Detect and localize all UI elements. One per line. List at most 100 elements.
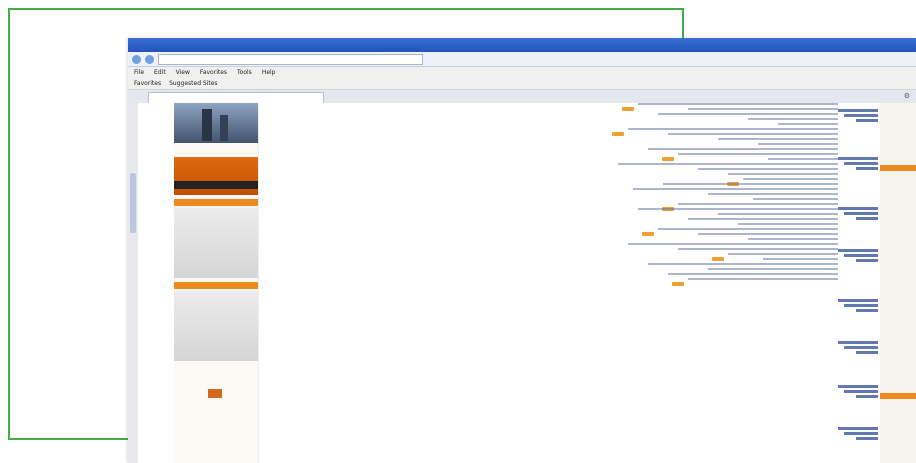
category-title[interactable] (830, 249, 878, 264)
category-title-line (856, 167, 878, 170)
article-link-line[interactable] (628, 243, 838, 245)
article-link-line[interactable] (728, 253, 838, 255)
category-title[interactable] (830, 207, 878, 222)
category-title-line (856, 259, 878, 262)
right-section-header-2 (880, 393, 916, 399)
category-title-line (838, 299, 878, 302)
back-icon[interactable] (132, 54, 141, 64)
forward-icon[interactable] (145, 54, 154, 64)
right-sidebar (880, 103, 916, 463)
favorites-button[interactable]: Favorites (134, 78, 161, 89)
left-scroll-strip (128, 103, 138, 463)
window-titlebar (128, 38, 916, 52)
article-link-line[interactable] (728, 173, 838, 175)
ad-caption (174, 143, 258, 154)
article-link-line[interactable] (658, 113, 838, 115)
article-link-line[interactable] (678, 153, 838, 155)
article-link-line[interactable] (658, 228, 838, 230)
category-title[interactable] (830, 427, 878, 442)
menu-help[interactable]: Help (262, 67, 276, 78)
browser-window: File Edit View Favorites Tools Help Favo… (128, 38, 916, 463)
category-title[interactable] (830, 341, 878, 356)
category-title-line (856, 395, 878, 398)
tools-icon[interactable]: ⚙ (904, 92, 910, 100)
article-link-line[interactable] (763, 258, 838, 260)
article-link-line[interactable] (753, 198, 838, 200)
article-link-line[interactable] (688, 108, 838, 110)
sidebar-submit-button[interactable] (208, 389, 222, 398)
menu-tools[interactable]: Tools (237, 67, 252, 78)
article-link-line[interactable] (698, 233, 838, 235)
orange-banner-ad[interactable] (174, 157, 258, 195)
article-link-line[interactable] (688, 278, 838, 280)
article-link-line[interactable] (638, 103, 838, 105)
right-section-header (880, 165, 916, 171)
category-title-line (856, 309, 878, 312)
sidebar-section-header-2 (174, 282, 258, 289)
menu-edit[interactable]: Edit (154, 67, 166, 78)
category-title-line (844, 212, 878, 215)
category-title-line (844, 162, 878, 165)
scrollbar-thumb[interactable] (130, 173, 136, 233)
article-link-line[interactable] (698, 168, 838, 170)
article-link-line[interactable] (748, 118, 838, 120)
category-title-line (838, 157, 878, 160)
article-links-column (598, 103, 838, 463)
menu-view[interactable]: View (176, 67, 190, 78)
category-title-line (844, 346, 878, 349)
category-title-line (838, 427, 878, 430)
article-link-line[interactable] (718, 213, 838, 215)
left-sidebar (174, 103, 259, 463)
category-title-line (844, 390, 878, 393)
category-titles-column (828, 103, 878, 463)
menu-favorites[interactable]: Favorites (200, 67, 227, 78)
article-link-line[interactable] (688, 218, 838, 220)
sidebar-form-box (174, 208, 258, 278)
category-title-line (856, 119, 878, 122)
article-link-line[interactable] (638, 208, 838, 210)
article-link-line[interactable] (668, 273, 838, 275)
article-link-line[interactable] (743, 178, 838, 180)
category-title-line (856, 437, 878, 440)
city-photo-ad[interactable] (174, 103, 258, 143)
article-link-line[interactable] (628, 128, 838, 130)
article-link-line[interactable] (678, 248, 838, 250)
url-field[interactable] (158, 53, 423, 65)
new-tag (622, 107, 634, 111)
article-link-line[interactable] (738, 223, 838, 225)
menu-file[interactable]: File (134, 67, 144, 78)
category-title[interactable] (830, 157, 878, 172)
category-title-line (856, 217, 878, 220)
sidebar-section-header (174, 199, 258, 206)
article-link-line[interactable] (618, 163, 838, 165)
article-link-line[interactable] (633, 188, 838, 190)
article-link-line[interactable] (758, 143, 838, 145)
banner-dark-strip (174, 181, 258, 189)
new-tag (642, 232, 654, 236)
article-link-line[interactable] (663, 183, 838, 185)
article-link-line[interactable] (678, 203, 838, 205)
menu-bar: File Edit View Favorites Tools Help (128, 67, 916, 78)
new-tag (712, 257, 724, 261)
category-title-line (844, 254, 878, 257)
category-title[interactable] (830, 109, 878, 124)
article-link-line[interactable] (668, 133, 838, 135)
article-link-line[interactable] (708, 268, 838, 270)
article-link-line[interactable] (748, 238, 838, 240)
category-title[interactable] (830, 385, 878, 400)
category-title-line (838, 249, 878, 252)
article-link-line[interactable] (648, 263, 838, 265)
category-title-line (844, 114, 878, 117)
category-title-line (844, 304, 878, 307)
article-link-line[interactable] (708, 193, 838, 195)
category-title[interactable] (830, 299, 878, 314)
category-title-line (838, 385, 878, 388)
sidebar-form-box-2 (174, 291, 258, 361)
article-link-line[interactable] (718, 138, 838, 140)
category-title-line (838, 109, 878, 112)
address-bar (128, 52, 916, 67)
suggested-sites-link[interactable]: Suggested Sites (169, 78, 217, 89)
page-content (128, 103, 916, 463)
article-link-line[interactable] (648, 148, 838, 150)
favorites-bar: Favorites Suggested Sites (128, 78, 916, 90)
